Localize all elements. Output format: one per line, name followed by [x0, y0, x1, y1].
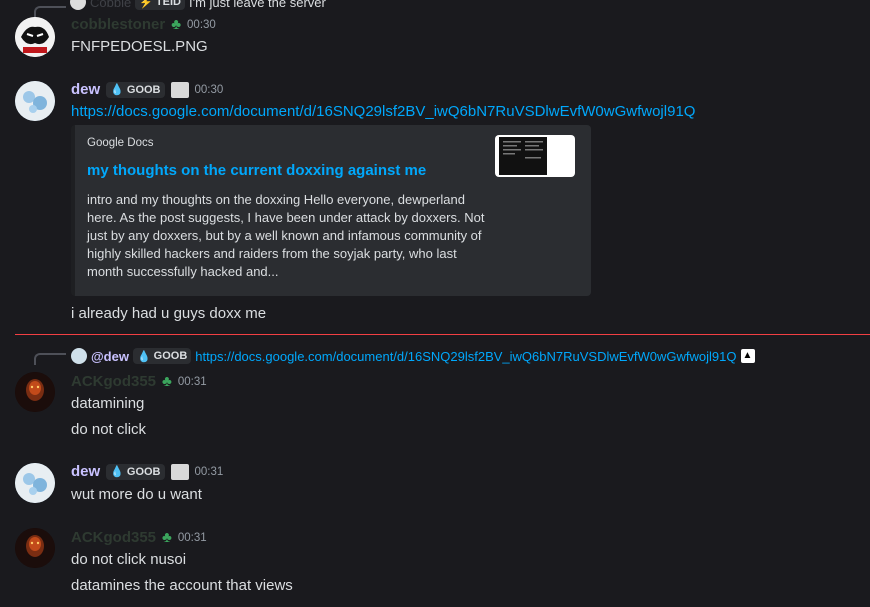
droplet-icon: 💧 [136, 350, 151, 363]
avatar-image [15, 528, 55, 568]
timestamp: 00:31 [177, 375, 207, 388]
avatar[interactable] [15, 81, 55, 121]
reply-connector [34, 353, 66, 365]
tag-label: GOOB [126, 83, 161, 96]
droplet-icon: 💧 [110, 466, 124, 478]
avatar-image [15, 463, 55, 503]
thumbnail-image [499, 137, 547, 175]
avatar-image [15, 372, 55, 412]
reply-avatar [70, 0, 86, 10]
reply-text: I'm just leave the server [188, 0, 326, 10]
timestamp: 00:30 [194, 83, 224, 96]
new-messages-divider [15, 334, 870, 335]
reply-preview[interactable]: Cobble ⚡ TEID I'm just leave the server [70, 0, 326, 10]
avatar-image [15, 17, 55, 57]
clover-icon: ♣ [171, 16, 182, 33]
avatar[interactable] [15, 372, 55, 412]
avatar[interactable] [15, 528, 55, 568]
reply-connector [34, 6, 66, 18]
embed-thumbnail[interactable] [495, 135, 575, 177]
reply-tag-label: TEID [155, 0, 181, 8]
username[interactable]: dew [71, 81, 100, 98]
message-header: ACKgod355 ♣ 00:31 [71, 373, 207, 390]
badge-icon [170, 463, 189, 480]
timestamp: 00:30 [187, 18, 216, 31]
username[interactable]: cobblestoner [71, 16, 165, 33]
reply-preview[interactable]: @dew 💧 GOOB https://docs.google.com/docu… [71, 348, 755, 364]
avatar-image [15, 81, 55, 121]
message-text: datamining [71, 395, 145, 412]
embed-provider: Google Docs [87, 137, 154, 149]
image-icon: ▲ [740, 349, 755, 363]
badge-icon [170, 81, 189, 98]
clover-icon: ♣ [162, 373, 172, 390]
server-tag[interactable]: 💧 GOOB [106, 81, 165, 98]
message-header: dew 💧 GOOB 00:31 [71, 463, 223, 480]
reply-username[interactable]: @dew [91, 349, 129, 364]
username[interactable]: ACKgod355 [71, 529, 156, 546]
message-text: do not click nusoi [71, 551, 187, 568]
avatar[interactable] [15, 463, 55, 503]
message-header: dew 💧 GOOB 00:30 [71, 81, 223, 98]
reply-avatar [71, 348, 87, 364]
message-header: ACKgod355 ♣ 00:31 [71, 529, 207, 546]
username[interactable]: dew [71, 463, 100, 480]
reply-tag[interactable]: 💧 GOOB [132, 348, 192, 364]
message-text: FNFPEDOESL.PNG [71, 38, 208, 55]
message-header: cobblestoner ♣ 00:30 [71, 16, 216, 33]
reply-tag[interactable]: ⚡ TEID [135, 0, 185, 10]
reply-tag-label: GOOB [153, 350, 188, 362]
message-text: datamines the account that views [71, 577, 293, 594]
clover-icon: ♣ [162, 529, 172, 546]
reply-text: https://docs.google.com/document/d/16SNQ… [195, 348, 737, 364]
tag-label: GOOB [126, 465, 161, 478]
message-text: do not click [71, 421, 147, 438]
message-link[interactable]: https://docs.google.com/document/d/16SNQ… [71, 103, 695, 120]
username[interactable]: ACKgod355 [71, 373, 156, 390]
reply-username[interactable]: Cobble [90, 0, 131, 10]
timestamp: 00:31 [177, 531, 207, 544]
link-embed: Google Docs my thoughts on the current d… [71, 125, 591, 296]
avatar[interactable] [15, 17, 55, 57]
droplet-icon: 💧 [110, 84, 124, 96]
doc-link[interactable]: https://docs.google.com/document/d/16SNQ… [71, 103, 695, 120]
embed-title[interactable]: my thoughts on the current doxxing again… [87, 162, 426, 179]
embed-description: intro and my thoughts on the doxxing Hel… [87, 192, 485, 279]
message-text: i already had u guys doxx me [71, 305, 267, 322]
message-text: wut more do u want [71, 486, 202, 503]
server-tag[interactable]: 💧 GOOB [106, 463, 165, 480]
bolt-icon: ⚡ [139, 0, 153, 9]
timestamp: 00:31 [194, 465, 224, 478]
